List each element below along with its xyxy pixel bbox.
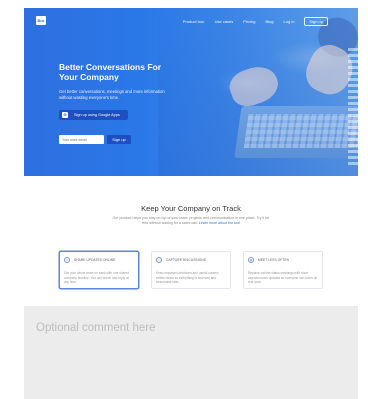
section-description: Our product helps you stay on top of you…	[109, 216, 273, 226]
laptop-keyboard-image	[234, 106, 358, 158]
comment-box	[24, 306, 358, 399]
card-title: CAPTURE DISCUSSIONS	[166, 258, 206, 262]
comment-textarea[interactable]	[36, 322, 346, 382]
nav-item-use-cases[interactable]: Use cases	[215, 19, 234, 24]
nav-item-login[interactable]: Log in	[284, 19, 295, 24]
nav-item-pricing[interactable]: Pricing	[243, 19, 255, 24]
card-title: MEET LESS OFTEN	[258, 258, 290, 262]
section-description-text: Our product helps you stay on top of you…	[112, 216, 270, 225]
hand-left-image	[225, 60, 283, 112]
section-title: Keep Your Company on Track	[141, 204, 241, 213]
hero-title: Better Conversations For Your Company	[59, 62, 162, 82]
hero-section: Bro Product tour Use cases Pricing Blog …	[24, 8, 358, 176]
device-edge-image	[348, 48, 358, 168]
card-text: Get your whole team on track with one sh…	[64, 271, 130, 285]
feature-cards: ≡ SHARE UPDATES ONLINE Get your whole te…	[59, 251, 323, 291]
nav-item-product-tour[interactable]: Product tour	[183, 19, 205, 24]
top-navigation: Product tour Use cases Pricing Blog Log …	[183, 17, 328, 26]
landing-page-preview: Bro Product tour Use cases Pricing Blog …	[24, 8, 358, 399]
feature-card-meet-less[interactable]: ▦ MEET LESS OFTEN Replace routine status…	[243, 251, 323, 289]
nav-signup-button[interactable]: Sign up	[304, 17, 328, 26]
google-icon: G	[62, 112, 68, 118]
brand-logo[interactable]: Bro	[36, 16, 46, 25]
google-signup-button[interactable]: G Sign up using Google Apps	[59, 110, 128, 120]
card-title: SHARE UPDATES ONLINE	[74, 258, 116, 262]
google-signup-label: Sign up using Google Apps	[74, 113, 120, 117]
nav-item-blog[interactable]: Blog	[266, 19, 274, 24]
feature-card-capture-discussions[interactable]: ▭ CAPTURE DISCUSSIONS Keep important dec…	[151, 251, 231, 289]
card-text: Keep important decisions and useful cont…	[156, 271, 219, 285]
signup-button[interactable]: Sign up	[107, 135, 131, 144]
document-icon: ▭	[156, 257, 162, 263]
email-field[interactable]	[59, 135, 104, 144]
hero-description: Get better conversations, meetings and m…	[59, 89, 165, 100]
feature-card-share-updates[interactable]: ≡ SHARE UPDATES ONLINE Get your whole te…	[59, 251, 139, 289]
chat-icon: ≡	[64, 257, 70, 263]
calendar-icon: ▦	[248, 257, 254, 263]
learn-more-link[interactable]: Learn more about the tool	[199, 221, 240, 225]
hero-background-photo	[158, 8, 358, 176]
card-text: Replace routine status meetings with sho…	[248, 271, 318, 285]
